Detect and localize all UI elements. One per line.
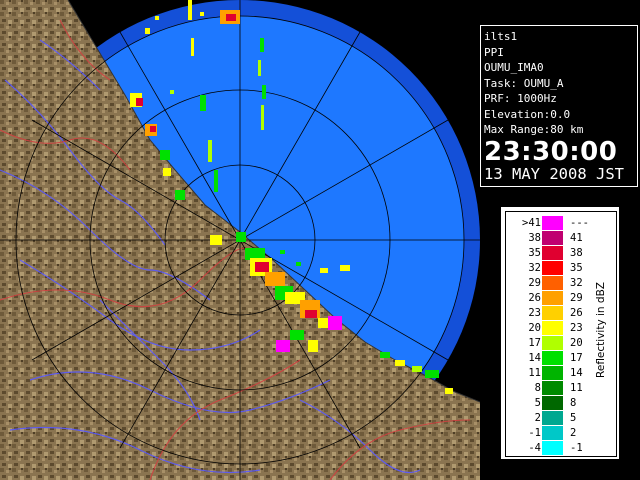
legend-color-swatch bbox=[542, 261, 563, 275]
radar-info-panel: ilts1 PPI OUMU_IMA0 Task: OUMU_A PRF: 10… bbox=[480, 25, 638, 187]
legend-lower-bound: 17 bbox=[528, 337, 541, 349]
legend-lower-bound: 35 bbox=[528, 247, 541, 259]
legend-row: -4 -1 bbox=[506, 441, 616, 456]
site-label: OUMU_IMA0 bbox=[484, 61, 544, 74]
legend-lower-bound: >41 bbox=[522, 217, 541, 229]
legend-upper-bound: 41 bbox=[570, 232, 583, 244]
legend-color-swatch bbox=[542, 441, 563, 455]
mode-label: PPI bbox=[484, 45, 504, 59]
legend-color-swatch bbox=[542, 426, 563, 440]
legend-lower-bound: 8 bbox=[534, 382, 541, 394]
legend-row: >41 --- bbox=[506, 216, 616, 231]
legend-color-swatch bbox=[542, 246, 563, 260]
legend-color-swatch bbox=[542, 291, 563, 305]
legend-upper-bound: 35 bbox=[570, 262, 583, 274]
legend-color-swatch bbox=[542, 276, 563, 290]
legend-color-swatch bbox=[542, 396, 563, 410]
legend-upper-bound: 5 bbox=[570, 412, 577, 424]
legend-lower-bound: 11 bbox=[528, 367, 541, 379]
legend-row: 38 41 bbox=[506, 231, 616, 246]
reflectivity-legend: >41 --- 38 41 35 38 32 35 29 32 26 29 23 26 20 23 17 20 14… bbox=[500, 206, 620, 460]
observation-time: 23:30:00 bbox=[484, 136, 618, 167]
observation-date: 13 MAY 2008 JST bbox=[484, 164, 624, 183]
legend-lower-bound: 20 bbox=[528, 322, 541, 334]
legend-row: 8 11 bbox=[506, 381, 616, 396]
task-label: Task: OUMU_A bbox=[484, 76, 564, 90]
prf-label: PRF: 1000Hz bbox=[484, 92, 557, 105]
legend-lower-bound: 14 bbox=[528, 352, 541, 364]
legend-color-swatch bbox=[542, 231, 563, 245]
legend-color-swatch bbox=[542, 336, 563, 350]
legend-lower-bound: 5 bbox=[534, 397, 541, 409]
legend-lower-bound: -4 bbox=[528, 442, 541, 454]
legend-lower-bound: 2 bbox=[534, 412, 541, 424]
legend-lower-bound: 26 bbox=[528, 292, 541, 304]
legend-color-swatch bbox=[542, 381, 563, 395]
legend-upper-bound: 2 bbox=[570, 427, 577, 439]
legend-lower-bound: 38 bbox=[528, 232, 541, 244]
legend-upper-bound: 8 bbox=[570, 397, 577, 409]
elevation-label: Elevation:0.0 bbox=[484, 107, 571, 121]
legend-lower-bound: 32 bbox=[528, 262, 541, 274]
legend-row: 35 38 bbox=[506, 246, 616, 261]
legend-upper-bound: 38 bbox=[570, 247, 583, 259]
max-range-label: Max Range:80 km bbox=[484, 123, 584, 136]
legend-color-swatch bbox=[542, 411, 563, 425]
legend-color-swatch bbox=[542, 216, 563, 230]
legend-upper-bound: --- bbox=[570, 217, 589, 229]
legend-color-swatch bbox=[542, 366, 563, 380]
legend-row: 25 bbox=[506, 411, 616, 426]
legend-lower-bound: -1 bbox=[528, 427, 541, 439]
legend-row: 58 bbox=[506, 396, 616, 411]
legend-upper-bound: -1 bbox=[570, 442, 583, 454]
legend-color-swatch bbox=[542, 351, 563, 365]
station-label: ilts1 bbox=[484, 30, 518, 43]
legend-row: 32 35 bbox=[506, 261, 616, 276]
legend-color-swatch bbox=[542, 306, 563, 320]
legend-title: Reflectivity in dBZ bbox=[595, 282, 607, 378]
legend-row: -1 2 bbox=[506, 426, 616, 441]
legend-lower-bound: 23 bbox=[528, 307, 541, 319]
legend-lower-bound: 29 bbox=[528, 277, 541, 289]
radar-ppi-display bbox=[0, 0, 480, 480]
legend-upper-bound: 11 bbox=[570, 382, 583, 394]
legend-color-swatch bbox=[542, 321, 563, 335]
